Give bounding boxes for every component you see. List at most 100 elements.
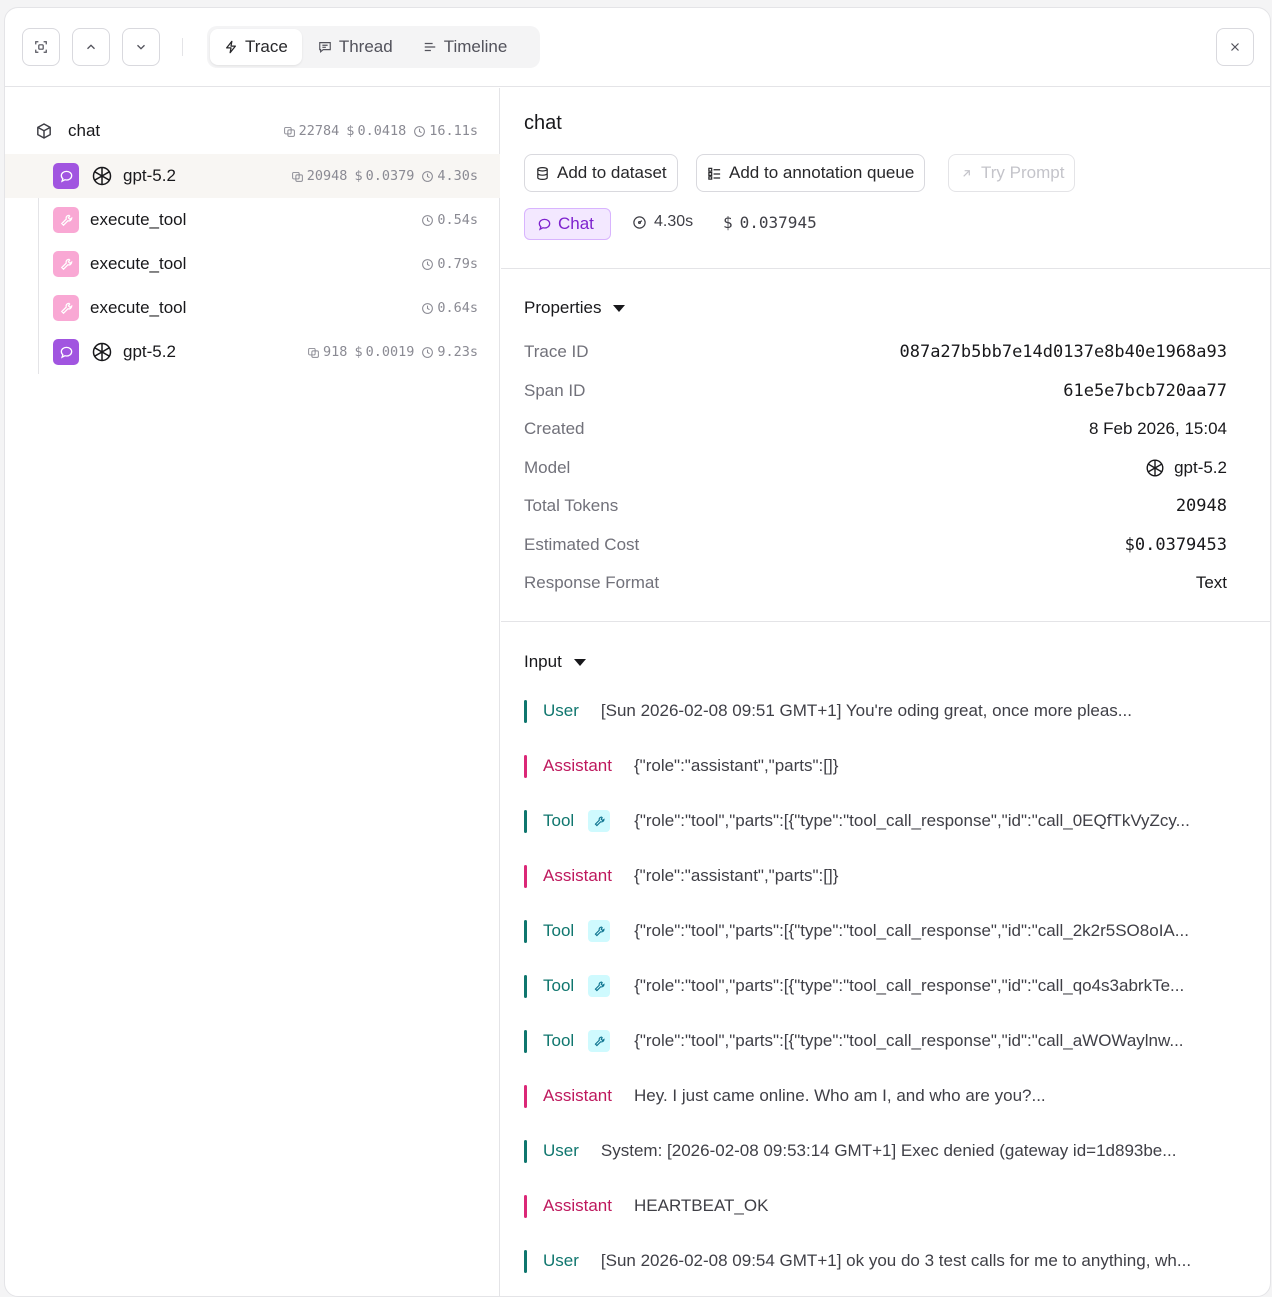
span-detail-panel: chat Add to dataset Add to annotation qu… (501, 88, 1270, 1296)
message-role: Assistant (543, 866, 612, 885)
input-header[interactable]: Input (524, 652, 586, 672)
tab-timeline-label: Timeline (443, 37, 508, 56)
property-row: Span ID 61e5e7bcb720aa77 (524, 379, 1227, 403)
property-row: Estimated Cost $0.0379453 (524, 533, 1227, 557)
row-time: 16.11s (429, 123, 478, 139)
message-text: Hey. I just came online. Who am I, and w… (633, 1086, 1046, 1105)
tree-row-tool[interactable]: execute_tool 0.64s (5, 286, 500, 330)
tree-row-label: execute_tool (90, 254, 187, 273)
coins-icon (283, 126, 295, 137)
openai-logo-icon (92, 342, 112, 362)
properties-header[interactable]: Properties (524, 298, 626, 318)
property-key: Total Tokens (524, 496, 619, 515)
message-row[interactable]: Tool {"role":"tool","parts":[{"type":"to… (524, 974, 1234, 998)
message-row[interactable]: User [Sun 2026-02-08 09:51 GMT+1] You're… (524, 699, 1234, 723)
duration-value: 4.30s (654, 213, 694, 230)
openai-logo-icon (92, 166, 112, 186)
close-icon (1231, 43, 1239, 51)
property-value: 20948 (1175, 496, 1227, 516)
focus-button[interactable] (22, 28, 60, 66)
chat-bubble-icon (60, 170, 72, 182)
message-row[interactable]: Tool {"role":"tool","parts":[{"type":"to… (524, 1029, 1234, 1053)
dollar-icon: $ (346, 123, 355, 139)
tab-timeline[interactable]: Timeline (409, 29, 522, 65)
cube-icon (37, 123, 51, 139)
message-row[interactable]: Assistant {"role":"assistant","parts":[]… (524, 754, 1234, 778)
chevron-down-icon (137, 44, 145, 50)
message-text: System: [2026-02-08 09:53:14 GMT+1] Exec… (600, 1141, 1177, 1160)
message-row[interactable]: User System: [2026-02-08 09:53:14 GMT+1]… (524, 1139, 1234, 1163)
database-icon (537, 166, 548, 180)
openai-logo-icon (1146, 459, 1164, 477)
span-type-label: Chat (558, 214, 594, 233)
previous-button[interactable] (72, 28, 110, 66)
message-row[interactable]: Assistant HEARTBEAT_OK (524, 1194, 1234, 1218)
tree-row-root[interactable]: chat 22784 $0.0418 16.11s (5, 109, 500, 153)
clock-icon (422, 214, 434, 226)
property-value: gpt-5.2 (1144, 457, 1227, 479)
trace-window: Trace Thread Timeline chat 22784 $0.0418… (4, 7, 1271, 1297)
message-role: Tool (543, 1031, 575, 1050)
message-row[interactable]: Assistant {"role":"assistant","parts":[]… (524, 864, 1234, 888)
property-row: Response Format Text (524, 571, 1227, 595)
row-tokens: 918 (323, 344, 348, 360)
tab-thread[interactable]: Thread (304, 29, 407, 65)
add-to-annotation-queue-label: Add to annotation queue (729, 163, 915, 182)
property-key: Estimated Cost (524, 535, 640, 554)
span-type-chip: Chat (524, 208, 611, 240)
message-text: {"role":"assistant","parts":[]} (633, 866, 839, 885)
role-bar (524, 1194, 527, 1218)
row-time: 0.64s (437, 300, 478, 316)
clock-icon (422, 346, 434, 358)
add-to-dataset-button[interactable]: Add to dataset (524, 154, 678, 192)
tree-row-label: execute_tool (90, 210, 187, 229)
message-text: [Sun 2026-02-08 09:51 GMT+1] You're odin… (600, 701, 1132, 720)
cost-value: 0.037945 (739, 213, 817, 232)
role-bar (524, 754, 527, 778)
tree-row-label: gpt-5.2 (123, 342, 176, 361)
chevron-up-icon (87, 44, 95, 50)
role-bar (524, 864, 527, 888)
tool-span-badge (53, 207, 79, 233)
message-row[interactable]: Tool {"role":"tool","parts":[{"type":"to… (524, 919, 1234, 943)
tab-trace[interactable]: Trace (210, 29, 302, 65)
add-to-annotation-queue-button[interactable]: Add to annotation queue (696, 154, 926, 192)
property-row: Trace ID 087a27b5bb7e14d0137e8b40e1968a9… (524, 340, 1227, 364)
try-prompt-button[interactable]: Try Prompt (948, 154, 1076, 192)
row-metrics: 0.79s (421, 256, 478, 272)
role-bar (524, 699, 527, 723)
message-role: Assistant (543, 756, 612, 775)
clock-icon (414, 125, 426, 137)
message-row[interactable]: Tool {"role":"tool","parts":[{"type":"to… (524, 809, 1234, 833)
message-text: {"role":"tool","parts":[{"type":"tool_ca… (634, 811, 1190, 830)
property-row: Created 8 Feb 2026, 15:04 (524, 417, 1227, 441)
clock-icon (422, 258, 434, 270)
property-key: Response Format (524, 573, 660, 592)
message-role: Tool (543, 976, 575, 995)
toolbar: Trace Thread Timeline (5, 8, 1270, 87)
wrench-icon (588, 920, 611, 942)
next-button[interactable] (122, 28, 160, 66)
message-row[interactable]: User [Sun 2026-02-08 09:54 GMT+1] ok you… (524, 1249, 1234, 1273)
message-text: {"role":"tool","parts":[{"type":"tool_ca… (634, 976, 1185, 995)
tree-row-tool[interactable]: execute_tool 0.79s (5, 242, 500, 286)
dollar-icon: $ (354, 344, 363, 360)
message-row[interactable]: Assistant Hey. I just came online. Who a… (524, 1084, 1234, 1108)
message-square-icon (319, 42, 331, 54)
row-metrics: 20948 $0.0379 4.30s (291, 168, 478, 184)
tree-row-llm[interactable]: gpt-5.2 918 $0.0019 9.23s (5, 330, 500, 374)
tree-row-llm[interactable]: gpt-5.2 20948 $0.0379 4.30s (5, 154, 500, 198)
view-tabs: Trace Thread Timeline (207, 26, 540, 68)
close-button[interactable] (1216, 28, 1254, 66)
dollar-icon: $ (354, 168, 363, 184)
tree-row-tool[interactable]: execute_tool 0.54s (5, 198, 500, 242)
message-text: HEARTBEAT_OK (633, 1196, 769, 1215)
detail-title: chat (524, 112, 562, 134)
toolbar-divider (182, 38, 183, 56)
wrench-icon (588, 1030, 611, 1052)
chat-bubble-icon (60, 346, 72, 358)
row-tokens: 22784 (298, 123, 340, 139)
arrow-up-right-icon (963, 169, 970, 177)
coins-icon (291, 171, 303, 182)
clock-icon (422, 170, 434, 182)
